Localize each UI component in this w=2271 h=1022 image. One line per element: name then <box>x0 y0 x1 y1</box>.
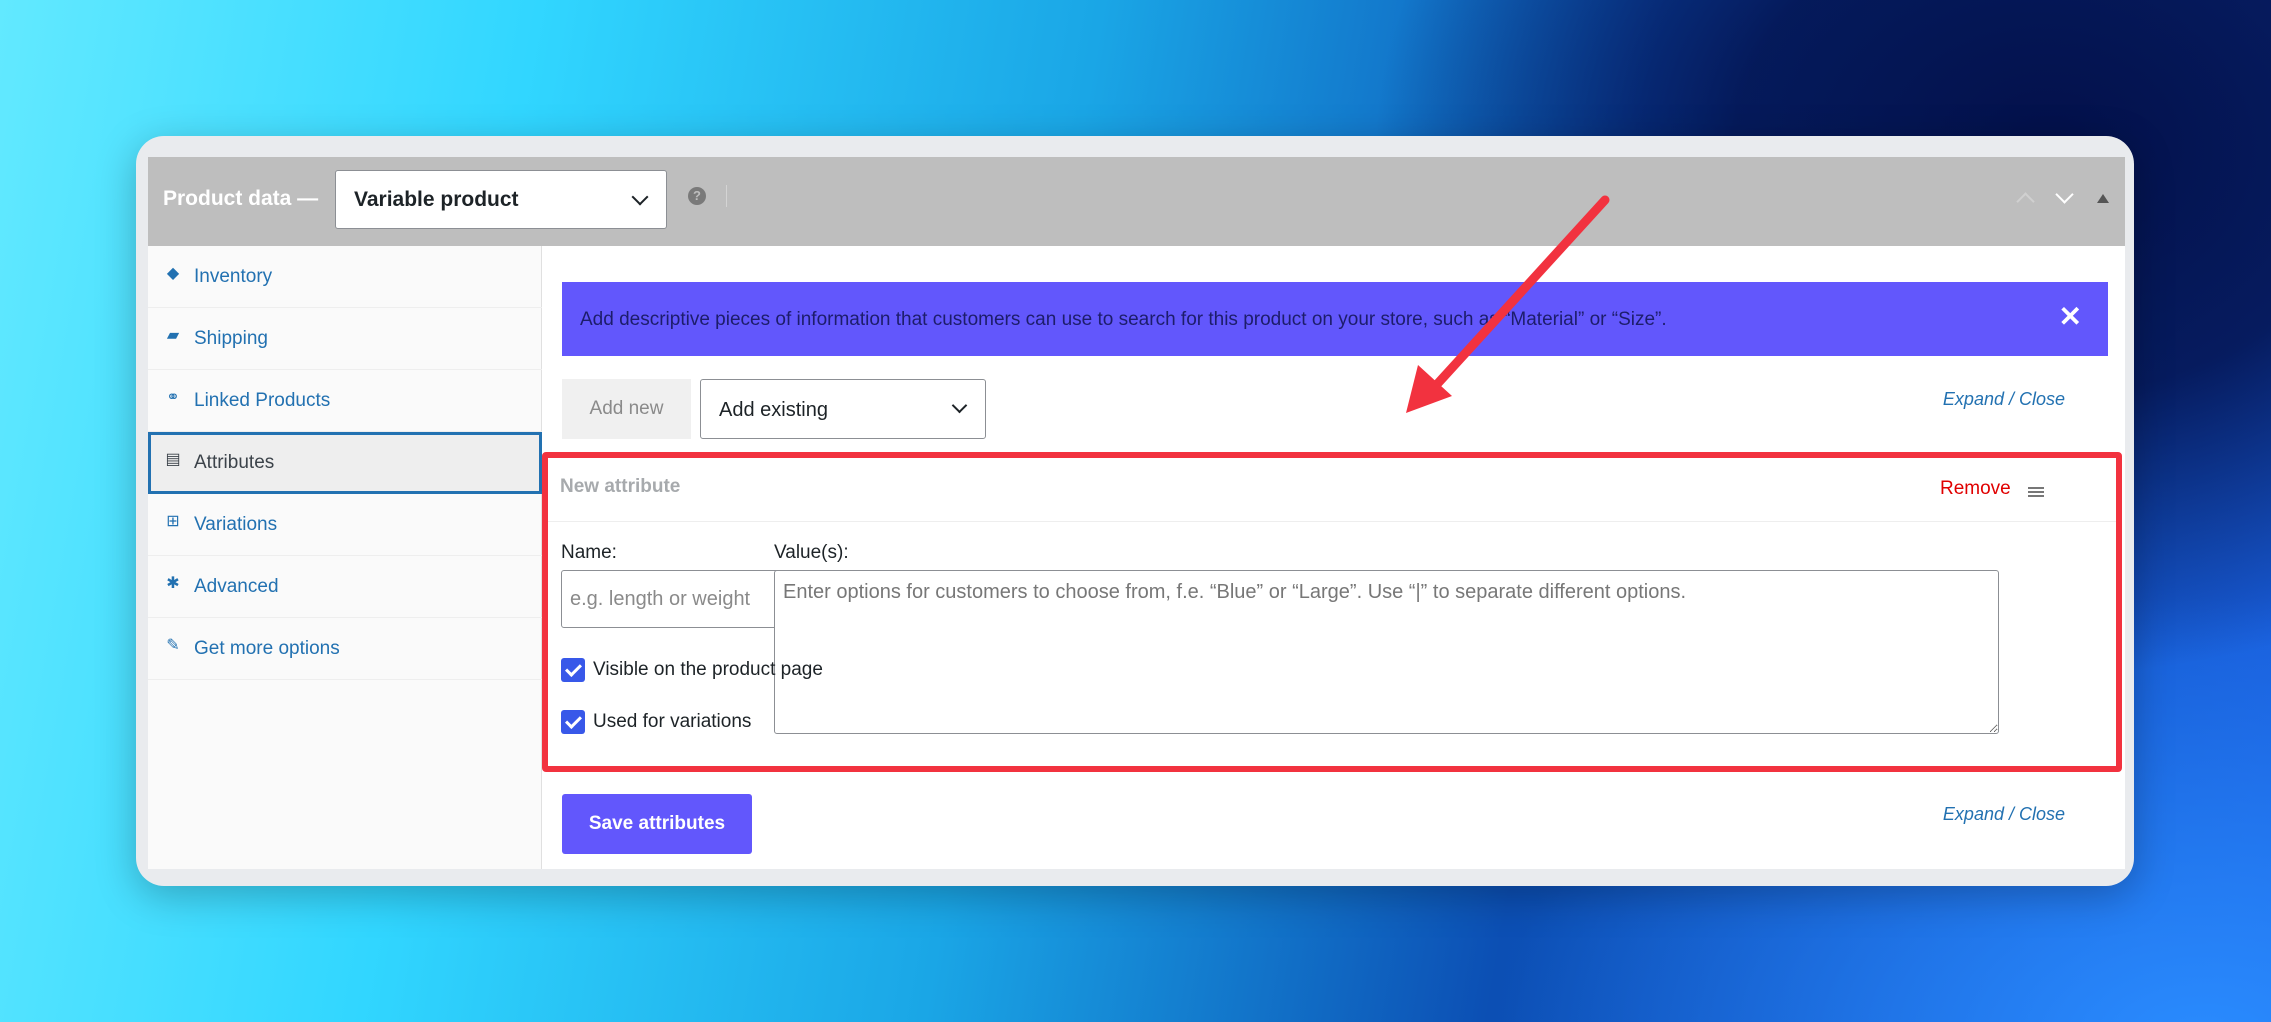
panel-title: Product data — <box>163 187 319 210</box>
tab-linked-products[interactable]: ⚭ Linked Products <box>148 370 542 432</box>
values-label: Value(s): <box>774 542 849 563</box>
tab-shipping[interactable]: ▰ Shipping <box>148 308 542 370</box>
add-existing-value: Add existing <box>719 399 828 421</box>
panel-header: Product data — Variable product ? <box>148 157 2125 246</box>
product-type-select[interactable]: Variable product <box>335 170 667 229</box>
tab-label: Linked Products <box>194 390 331 411</box>
new-attribute-box: New attribute Remove Name: Value(s): Vis… <box>542 452 2122 772</box>
expand-close-link-top[interactable]: Expand / Close <box>1943 389 2065 410</box>
add-new-button[interactable]: Add new <box>562 379 691 439</box>
plugin-icon: ✎ <box>166 637 180 654</box>
expand-close-link-bottom[interactable]: Expand / Close <box>1943 804 2065 825</box>
tab-advanced[interactable]: ✱ Advanced <box>148 556 542 618</box>
tab-variations[interactable]: ⊞ Variations <box>148 494 542 556</box>
move-down-icon[interactable] <box>2055 185 2074 204</box>
product-type-value: Variable product <box>354 188 519 211</box>
close-icon[interactable]: ✕ <box>2059 302 2082 332</box>
toggle-panel-icon[interactable] <box>2097 194 2109 203</box>
attribute-values-input[interactable] <box>774 570 1999 734</box>
tag-icon: ◆ <box>166 265 180 282</box>
save-attributes-button[interactable]: Save attributes <box>562 794 752 854</box>
name-label: Name: <box>561 542 617 563</box>
tab-attributes[interactable]: ▤ Attributes <box>148 432 542 494</box>
tab-label: Variations <box>194 514 278 535</box>
tab-inventory[interactable]: ◆ Inventory <box>148 246 542 308</box>
question-circle-icon[interactable]: ? <box>688 187 706 205</box>
used-for-variations-checkbox[interactable] <box>561 710 585 734</box>
truck-icon: ▰ <box>166 327 180 344</box>
info-notice: Add descriptive pieces of information th… <box>562 282 2108 356</box>
attribute-title: New attribute <box>560 476 681 497</box>
chevron-down-icon <box>951 397 968 414</box>
header-divider <box>726 185 727 207</box>
gear-icon: ✱ <box>166 575 180 592</box>
variations-label: Used for variations <box>593 711 752 732</box>
move-up-icon[interactable] <box>2016 192 2035 211</box>
product-data-tabs: ◆ Inventory ▰ Shipping ⚭ Linked Products… <box>148 246 542 869</box>
chevron-down-icon <box>631 188 649 206</box>
add-existing-select[interactable]: Add existing <box>700 379 986 439</box>
tab-label: Inventory <box>194 266 273 287</box>
tab-get-more-options[interactable]: ✎ Get more options <box>148 618 542 680</box>
tab-label: Attributes <box>194 452 275 473</box>
visible-checkbox[interactable] <box>561 658 585 682</box>
tab-label: Shipping <box>194 328 268 349</box>
tab-label: Advanced <box>194 576 279 597</box>
notice-text: Add descriptive pieces of information th… <box>580 309 1667 330</box>
list-icon: ▤ <box>165 451 181 468</box>
visible-label: Visible on the product page <box>593 659 823 680</box>
grid-icon: ⊞ <box>166 513 180 530</box>
attribute-header[interactable]: New attribute Remove <box>548 458 2116 522</box>
link-icon: ⚭ <box>166 389 180 406</box>
drag-handle-icon[interactable] <box>2028 487 2044 497</box>
tab-label: Get more options <box>194 638 340 659</box>
remove-attribute-link[interactable]: Remove <box>1940 478 2011 500</box>
